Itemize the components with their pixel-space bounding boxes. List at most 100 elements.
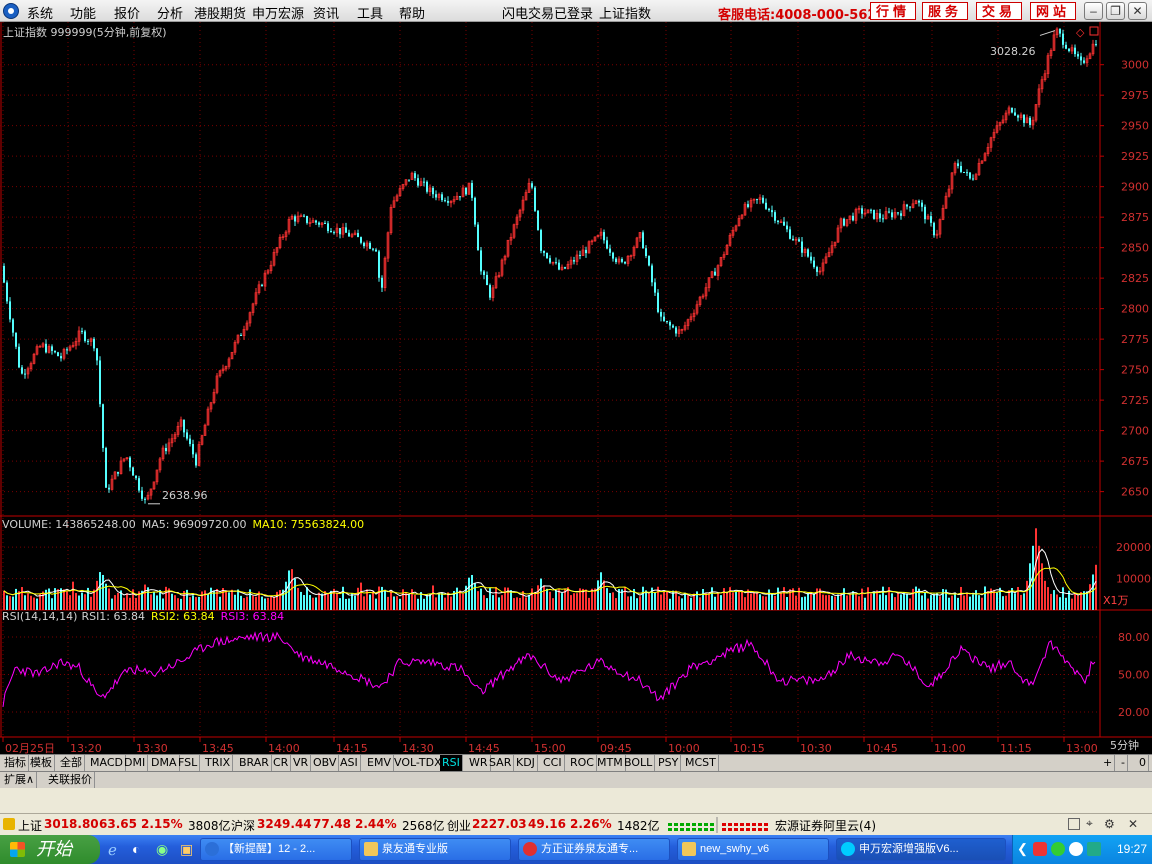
candle-body bbox=[375, 249, 377, 252]
volume-bar bbox=[810, 592, 812, 610]
indicator-tab-vr[interactable]: VR bbox=[291, 755, 312, 771]
indicator-tab-cci[interactable]: CCI bbox=[541, 755, 565, 771]
indicator-tab-obv[interactable]: OBV bbox=[311, 755, 340, 771]
settings-icon[interactable]: ⚙ bbox=[1104, 817, 1115, 831]
restore-icon[interactable]: ❐ bbox=[1106, 2, 1125, 20]
indicator-tab-kdj[interactable]: KDJ bbox=[514, 755, 538, 771]
index-hs-name[interactable]: 沪深 bbox=[231, 817, 255, 834]
menu-analysis[interactable]: 分析 bbox=[157, 3, 183, 22]
menu-help[interactable]: 帮助 bbox=[399, 3, 425, 22]
volume-bar bbox=[423, 598, 425, 610]
tray-shield-icon[interactable] bbox=[1087, 842, 1101, 856]
price-tick-label: 2900 bbox=[1121, 181, 1149, 194]
candle-body bbox=[543, 250, 545, 253]
indicator-tab-trix[interactable]: TRIX bbox=[203, 755, 234, 771]
kline-chart[interactable]: 3000 2975 2950 2925 2900 2875 2850 2825 2800 2775… bbox=[0, 22, 1152, 754]
indicator-tab-sar[interactable]: SAR bbox=[487, 755, 515, 771]
volume-bar bbox=[603, 580, 605, 610]
window-toggle-icon[interactable] bbox=[1089, 26, 1099, 36]
indicator-tab-rsi[interactable]: RSI bbox=[440, 755, 463, 771]
folder-quick-icon[interactable]: ▣ bbox=[180, 841, 193, 858]
volume-bar bbox=[558, 589, 560, 610]
menu-system[interactable]: 系统 bbox=[27, 3, 53, 22]
tab-expand[interactable]: 扩展∧ bbox=[2, 772, 38, 788]
task-swhy-enhanced[interactable]: 申万宏源增强版V6... bbox=[836, 838, 1006, 861]
tray-chevron-icon[interactable]: ❮ bbox=[1017, 841, 1028, 857]
indicator-tab-psy[interactable]: PSY bbox=[656, 755, 682, 771]
indicator-tab-dma[interactable]: DMA bbox=[149, 755, 180, 771]
indicator-tab-roc[interactable]: ROC bbox=[568, 755, 597, 771]
indicator-tab-brar[interactable]: BRAR bbox=[237, 755, 272, 771]
broadcast-icon[interactable]: ⌖ bbox=[1086, 816, 1093, 831]
indicator-tab-fsl[interactable]: FSL bbox=[176, 755, 201, 771]
candle-body bbox=[132, 467, 134, 476]
indicator-tab-asi[interactable]: ASI bbox=[338, 755, 361, 771]
tab-related-quotes[interactable]: 关联报价 bbox=[46, 772, 95, 788]
period-label[interactable]: 5分钟 bbox=[1110, 738, 1139, 752]
lock-icon bbox=[3, 818, 15, 830]
candle-body bbox=[930, 216, 932, 223]
menu-quote[interactable]: 报价 bbox=[114, 3, 140, 22]
tray-play-icon[interactable] bbox=[1051, 842, 1065, 856]
note-icon[interactable] bbox=[1068, 818, 1080, 830]
volume-bar bbox=[744, 597, 746, 610]
volume-bar bbox=[396, 596, 398, 610]
volume-bar bbox=[1056, 594, 1058, 610]
service-button[interactable]: 服务 bbox=[922, 2, 968, 20]
zoom-in-button[interactable]: + bbox=[1101, 755, 1116, 771]
indicator-tab-mcst[interactable]: MCST bbox=[683, 755, 719, 771]
market-button[interactable]: 行情 bbox=[870, 2, 916, 20]
flash-trade-status[interactable]: 闪电交易已登录 bbox=[502, 3, 593, 22]
volume-bar bbox=[450, 596, 452, 610]
menu-tools[interactable]: 工具 bbox=[357, 3, 383, 22]
desktop-icon[interactable]: ◐ bbox=[132, 841, 140, 857]
diamond-icon[interactable]: ◇ bbox=[1076, 26, 1085, 39]
task-founder[interactable]: 方正证券泉友通专... bbox=[518, 838, 670, 861]
start-button[interactable]: 开始 bbox=[0, 835, 100, 864]
zoom-out-button[interactable]: - bbox=[1119, 755, 1128, 771]
menu-bar: 系统 功能 报价 分析 港股期货 申万宏源 资讯 工具 帮助 闪电交易已登录 上… bbox=[0, 0, 1152, 23]
server-name[interactable]: 宏源证券阿里云(4) bbox=[775, 817, 876, 834]
indicator-tab-vol-tdx[interactable]: VOL-TDX bbox=[392, 755, 445, 771]
minimize-icon[interactable]: – bbox=[1084, 2, 1103, 20]
close-panel-icon[interactable]: ✕ bbox=[1128, 817, 1138, 831]
candle-body bbox=[774, 212, 776, 221]
volume-bar bbox=[708, 592, 710, 610]
volume-bar bbox=[1014, 593, 1016, 610]
indicator-tab-macd[interactable]: MACD bbox=[88, 755, 126, 771]
tray-security-icon[interactable] bbox=[1033, 842, 1047, 856]
menu-hk-futures[interactable]: 港股期货 bbox=[194, 3, 246, 22]
website-button[interactable]: 网站 bbox=[1030, 2, 1076, 20]
volume-bar bbox=[273, 597, 275, 610]
candle-body bbox=[666, 320, 668, 323]
zoom-reset-button[interactable]: 0 bbox=[1137, 755, 1149, 771]
index-sh-name[interactable]: 上证 bbox=[18, 817, 42, 834]
indicator-tab-emv[interactable]: EMV bbox=[365, 755, 394, 771]
folder-icon bbox=[682, 842, 696, 856]
indicator-tab-指标[interactable]: 指标 bbox=[2, 755, 29, 771]
indicator-tab-boll[interactable]: BOLL bbox=[622, 755, 656, 771]
indicator-tab-dmi[interactable]: DMI bbox=[122, 755, 149, 771]
indicator-tab-模板[interactable]: 模板 bbox=[28, 755, 55, 771]
task-new-swhy[interactable]: new_swhy_v6 bbox=[677, 838, 829, 861]
close-icon[interactable]: ✕ bbox=[1128, 2, 1147, 20]
tray-network-icon[interactable] bbox=[1069, 842, 1083, 856]
breadth-down-bar bbox=[704, 828, 708, 831]
trade-button[interactable]: 交易 bbox=[976, 2, 1022, 20]
menu-swhy[interactable]: 申万宏源 bbox=[252, 3, 304, 22]
media-icon[interactable]: ◉ bbox=[156, 841, 168, 858]
task-quanyoutong[interactable]: 泉友通专业版 bbox=[359, 838, 511, 861]
candle-body bbox=[144, 498, 146, 500]
index-cy-name[interactable]: 创业 bbox=[447, 817, 471, 834]
candle-body bbox=[240, 334, 242, 336]
task-reminder[interactable]: 【新提醒】12 - 2... bbox=[200, 838, 352, 861]
index-sh-price: 3018.80 bbox=[44, 817, 99, 831]
volume-bar bbox=[690, 597, 692, 610]
indicator-tab-全部[interactable]: 全部 bbox=[58, 755, 85, 771]
menu-function[interactable]: 功能 bbox=[70, 3, 96, 22]
candle-body bbox=[789, 229, 791, 239]
indicator-tab-cr[interactable]: CR bbox=[271, 755, 292, 771]
menu-news[interactable]: 资讯 bbox=[313, 3, 339, 22]
volume-bar bbox=[597, 580, 599, 610]
ie-icon[interactable]: ℯ bbox=[108, 841, 117, 859]
